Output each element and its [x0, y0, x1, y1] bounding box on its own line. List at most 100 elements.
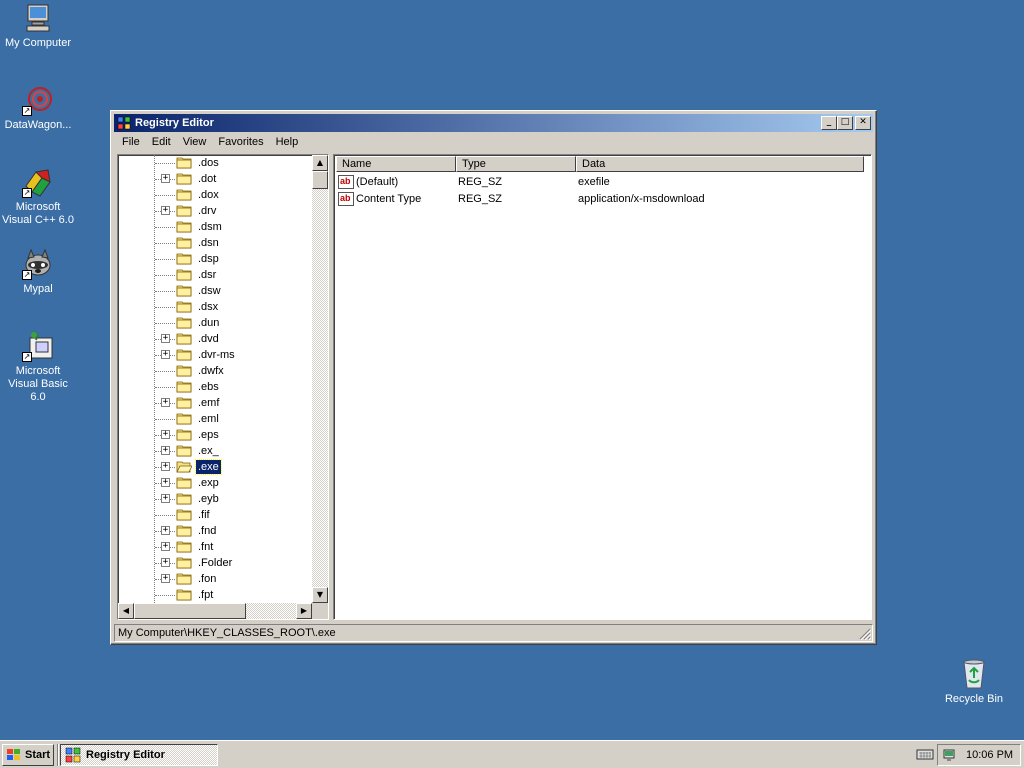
tree-item[interactable]: + .dvd	[118, 331, 318, 347]
scroll-thumb[interactable]	[134, 603, 246, 619]
expand-plus-icon[interactable]: +	[161, 526, 170, 535]
column-header-name[interactable]: Name	[336, 156, 456, 172]
tree-item[interactable]: .dox	[118, 187, 318, 203]
tree-connector-line	[155, 227, 175, 228]
desktop-icon-my-computer[interactable]: My Computer	[0, 2, 76, 50]
taskbar-button-registry-editor[interactable]: Registry Editor	[60, 744, 218, 766]
tree-connector-line	[155, 275, 175, 276]
expand-plus-icon[interactable]: +	[161, 558, 170, 567]
expand-plus-icon[interactable]: +	[161, 206, 170, 215]
tree-item[interactable]: .fif	[118, 507, 318, 523]
start-label: Start	[25, 749, 51, 761]
scroll-up-button[interactable]: ▲	[312, 155, 328, 171]
column-header-data[interactable]: Data	[576, 156, 864, 172]
expand-plus-icon[interactable]: +	[161, 430, 170, 439]
string-value-icon: ab	[338, 191, 354, 206]
tree-horizontal-scrollbar[interactable]: ◀ ▶	[118, 603, 312, 619]
desktop-icon-label: DataWagon...	[4, 119, 72, 131]
tree-item-label: .dun	[198, 317, 220, 329]
tree-item[interactable]: + .emf	[118, 395, 318, 411]
tree-item[interactable]: + .exp	[118, 475, 318, 491]
minimize-button[interactable]: _	[821, 116, 837, 130]
expand-plus-icon[interactable]: +	[161, 494, 170, 503]
scroll-thumb[interactable]	[312, 171, 328, 189]
window-title: Registry Editor	[135, 117, 214, 129]
tree-item[interactable]: + .eyb	[118, 491, 318, 507]
column-header-type[interactable]: Type	[456, 156, 576, 172]
network-tray-icon[interactable]	[942, 747, 958, 763]
maximize-button[interactable]: □	[837, 116, 853, 130]
tree-item[interactable]: + .dvr-ms	[118, 347, 318, 363]
tree-item[interactable]: + .fnt	[118, 539, 318, 555]
tree-item[interactable]: + .ex_	[118, 443, 318, 459]
tree-item[interactable]: + .dot	[118, 171, 318, 187]
menu-view[interactable]: View	[177, 135, 213, 149]
tree-item[interactable]: .dsn	[118, 235, 318, 251]
tree-item[interactable]: + .Folder	[118, 555, 318, 571]
close-button[interactable]: ✕	[855, 116, 871, 130]
expand-plus-icon[interactable]: +	[161, 542, 170, 551]
tree-item-label: .drv	[198, 205, 217, 217]
tree-item[interactable]: .dun	[118, 315, 318, 331]
tree-connector-line	[155, 259, 175, 260]
tree-item[interactable]: + .fon	[118, 571, 318, 587]
tree-item-label: .dsp	[198, 253, 219, 265]
menu-help[interactable]: Help	[270, 135, 305, 149]
desktop-icon-visual-basic[interactable]: ↗ Microsoft Visual Basic 6.0	[0, 330, 76, 404]
value-type: REG_SZ	[458, 175, 503, 188]
tree-item[interactable]: .dsx	[118, 299, 318, 315]
tree-item[interactable]: .dsr	[118, 267, 318, 283]
tree-item[interactable]: .dsw	[118, 283, 318, 299]
folder-icon	[176, 413, 192, 425]
menu-favorites[interactable]: Favorites	[212, 135, 269, 149]
folder-icon	[176, 477, 192, 489]
keyboard-icon[interactable]	[916, 747, 934, 761]
registry-value-row[interactable]: ab Content Type REG_SZ application/x-msdown…	[338, 190, 705, 207]
tree-item[interactable]: + .exe	[118, 459, 318, 475]
tree-item-label: .dwfx	[198, 365, 224, 377]
tree-vertical-scrollbar[interactable]: ▲ ▼	[312, 155, 328, 603]
folder-icon	[176, 349, 192, 361]
expand-plus-icon[interactable]: +	[161, 174, 170, 183]
tree-item[interactable]: .dos	[118, 155, 318, 171]
tree-item[interactable]: .dsm	[118, 219, 318, 235]
registry-value-row[interactable]: ab (Default) REG_SZ exefile	[338, 173, 610, 190]
values-list-pane[interactable]: Name Type Data ab (Default) REG_SZ exefile a…	[333, 154, 872, 620]
start-button[interactable]: Start	[2, 744, 54, 766]
tree-item-label: .dsw	[198, 285, 221, 297]
expand-plus-icon[interactable]: +	[161, 478, 170, 487]
menu-file[interactable]: File	[116, 135, 146, 149]
tree-item[interactable]: + .fnd	[118, 523, 318, 539]
tree-connector-line	[155, 291, 175, 292]
tree-item[interactable]: .eml	[118, 411, 318, 427]
menu-edit[interactable]: Edit	[146, 135, 177, 149]
tree-item[interactable]: + .eps	[118, 427, 318, 443]
expand-plus-icon[interactable]: +	[161, 446, 170, 455]
value-name: Content Type	[356, 192, 422, 205]
tree-item[interactable]: .dwfx	[118, 363, 318, 379]
tree-item[interactable]: + .drv	[118, 203, 318, 219]
registry-editor-icon	[65, 747, 81, 763]
expand-plus-icon[interactable]: +	[161, 398, 170, 407]
expand-plus-icon[interactable]: +	[161, 334, 170, 343]
tree-item-label: .eyb	[198, 493, 219, 505]
clock[interactable]: 10:06 PM	[966, 749, 1013, 761]
tree-item[interactable]: .fpt	[118, 587, 318, 603]
resize-grip-icon[interactable]	[859, 628, 871, 640]
tree-item[interactable]: .ebs	[118, 379, 318, 395]
desktop-icon-recycle-bin[interactable]: Recycle Bin	[936, 658, 1012, 706]
key-tree-pane[interactable]: .dos + .dot .dox + .drv .dsm .dsn .dsp .dsr .dsw .d…	[117, 154, 329, 620]
tree-item[interactable]: .dsp	[118, 251, 318, 267]
tree-item-label: .exe	[195, 459, 222, 475]
expand-plus-icon[interactable]: +	[161, 574, 170, 583]
title-bar[interactable]: Registry Editor _ □ ✕	[114, 114, 873, 132]
scroll-down-button[interactable]: ▼	[312, 587, 328, 603]
desktop-icon-datawagon[interactable]: ↗ DataWagon...	[0, 84, 76, 132]
desktop-icon-visual-cpp[interactable]: ↗ Microsoft Visual C++ 6.0	[0, 166, 76, 227]
desktop-icon-label: Microsoft Visual Basic 6.0	[8, 365, 68, 403]
expand-plus-icon[interactable]: +	[161, 350, 170, 359]
expand-plus-icon[interactable]: +	[161, 462, 170, 471]
scroll-left-button[interactable]: ◀	[118, 603, 134, 619]
desktop-icon-mypal[interactable]: ↗ Mypal	[0, 248, 76, 296]
scroll-right-button[interactable]: ▶	[296, 603, 312, 619]
